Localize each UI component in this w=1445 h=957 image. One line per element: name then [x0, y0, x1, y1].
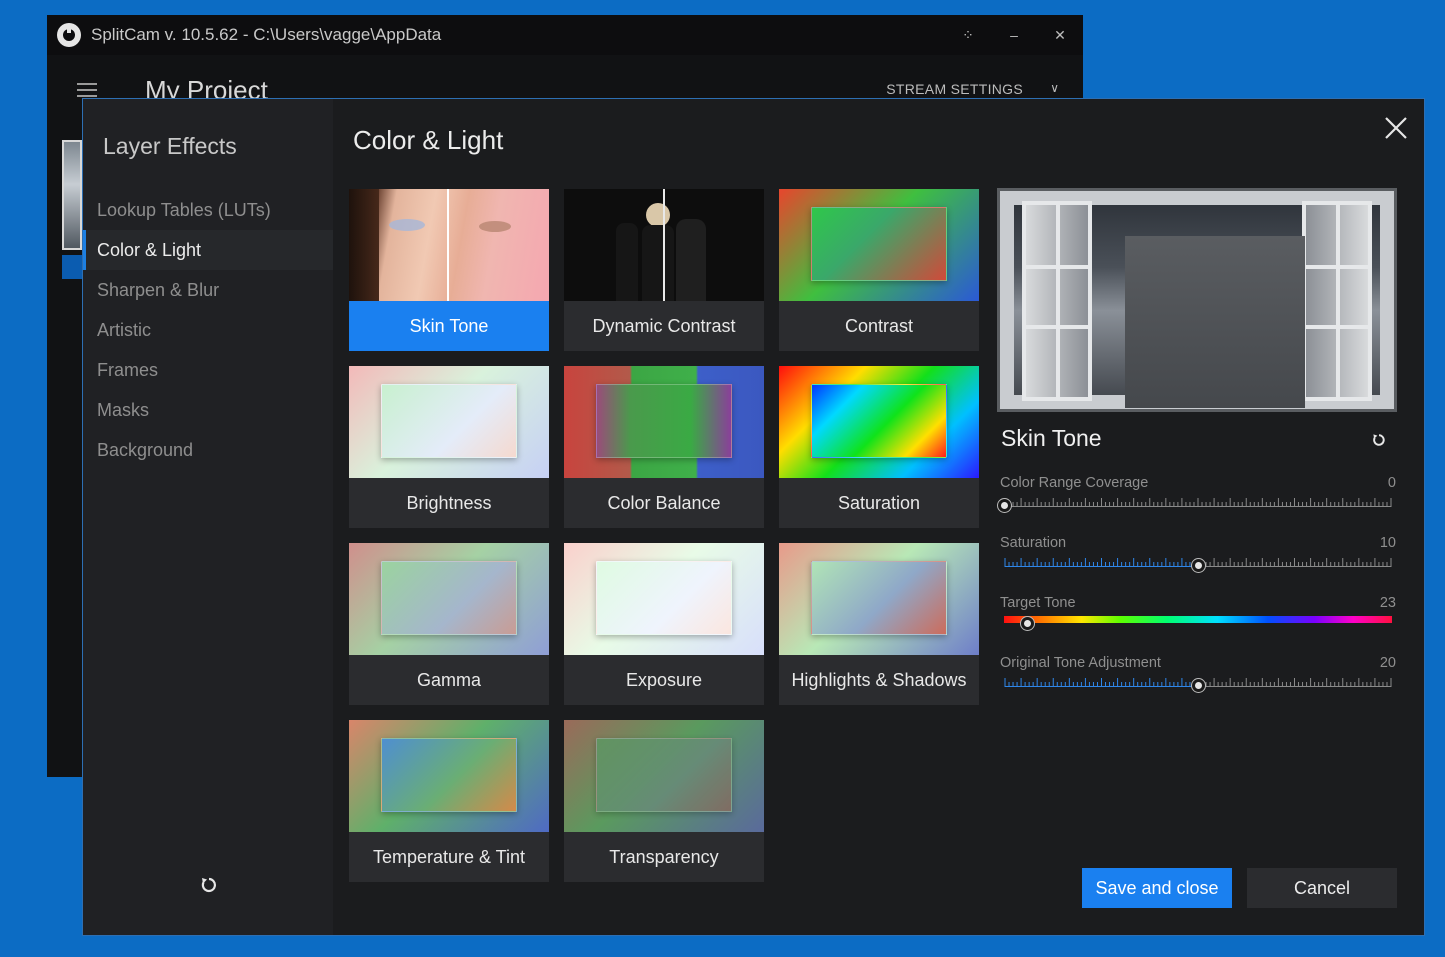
effect-title: Skin Tone: [1001, 425, 1102, 451]
temperature-tint-thumbnail: [349, 720, 549, 832]
effect-label: Contrast: [844, 316, 914, 336]
slider-label: Color Range Coverage: [1000, 475, 1149, 491]
effect-label: Brightness: [406, 493, 492, 513]
slider-knob[interactable]: [1020, 617, 1034, 630]
chevron-down-icon[interactable]: ∨: [1050, 81, 1059, 95]
section-title: Color & Light: [353, 125, 504, 155]
slider-knob[interactable]: [1191, 679, 1205, 692]
transparency-thumbnail: [564, 720, 764, 832]
close-window-button[interactable]: ✕: [1037, 27, 1083, 44]
effect-label: Exposure: [625, 670, 703, 690]
skin-tone-thumbnail: [349, 189, 549, 301]
slider-track[interactable]: [1004, 617, 1392, 630]
effect-label: Gamma: [416, 670, 481, 690]
effect-tile-temperature-tint[interactable]: Temperature & Tint: [349, 720, 549, 882]
slider-track[interactable]: [1004, 677, 1392, 692]
slider-knob[interactable]: [997, 499, 1011, 512]
nav-item-frames[interactable]: Frames: [83, 350, 333, 390]
effects-sidebar: Layer Effects Lookup Tables (LUTs) Color…: [83, 99, 333, 935]
slider-knob[interactable]: [1191, 559, 1205, 572]
effect-tile-exposure[interactable]: Exposure: [564, 543, 764, 705]
highlights-shadows-thumbnail: [779, 543, 979, 655]
nav-item-luts[interactable]: Lookup Tables (LUTs): [83, 190, 333, 230]
layer-effects-dialog: Layer Effects Lookup Tables (LUTs) Color…: [82, 98, 1425, 936]
nav-item-sharpen-blur[interactable]: Sharpen & Blur: [83, 270, 333, 310]
app-logo-icon: [57, 23, 81, 47]
effect-label: Color Balance: [607, 493, 721, 513]
reset-all-icon[interactable]: [199, 875, 219, 900]
save-and-close-button[interactable]: Save and close: [1082, 868, 1232, 908]
effect-label: Temperature & Tint: [372, 847, 526, 867]
slider-track[interactable]: [1004, 557, 1392, 572]
slider-value: 20: [1379, 655, 1396, 671]
effect-tile-saturation[interactable]: Saturation: [779, 366, 979, 528]
nav-item-color-light[interactable]: Color & Light: [83, 230, 333, 270]
pin-icon[interactable]: ⁘: [945, 27, 991, 44]
title-bar: SplitCam v. 10.5.62 - C:\Users\vagge\App…: [47, 15, 1083, 55]
stream-settings-button[interactable]: STREAM SETTINGS: [886, 81, 1023, 97]
slider-value: 0: [1387, 475, 1396, 491]
nav-item-background[interactable]: Background: [83, 430, 333, 470]
effect-label: Skin Tone: [349, 301, 549, 351]
color-balance-thumbnail: [564, 366, 764, 478]
effect-tile-color-balance[interactable]: Color Balance: [564, 366, 764, 528]
slider-value: 10: [1379, 535, 1396, 551]
category-nav: Lookup Tables (LUTs) Color & Light Sharp…: [83, 190, 333, 470]
effect-tile-skin-tone[interactable]: Skin Tone: [349, 189, 549, 351]
effect-label: Transparency: [609, 847, 719, 867]
effect-label: Saturation: [837, 493, 921, 513]
exposure-thumbnail: [564, 543, 764, 655]
layer-selection-marker: [62, 255, 82, 279]
gamma-thumbnail: [349, 543, 549, 655]
effect-preview-image: [997, 188, 1397, 412]
contrast-thumbnail: [779, 189, 979, 301]
slider-label: Saturation: [1000, 535, 1067, 551]
slider-label: Target Tone: [1000, 595, 1076, 611]
dynamic-contrast-thumbnail: [564, 189, 764, 301]
effect-tile-transparency[interactable]: Transparency: [564, 720, 764, 882]
slider-label: Original Tone Adjustment: [1000, 655, 1161, 671]
nav-item-masks[interactable]: Masks: [83, 390, 333, 430]
effect-tile-brightness[interactable]: Brightness: [349, 366, 549, 528]
window-title: SplitCam v. 10.5.62 - C:\Users\vagge\App…: [91, 25, 442, 44]
brightness-thumbnail: [349, 366, 549, 478]
effect-label: Dynamic Contrast: [592, 316, 736, 336]
effect-tile-gamma[interactable]: Gamma: [349, 543, 549, 705]
sidebar-title: Layer Effects: [103, 133, 237, 159]
slider-track[interactable]: [997, 497, 1392, 512]
saturation-thumbnail: [779, 366, 979, 478]
close-icon[interactable]: [1383, 115, 1409, 141]
cancel-button[interactable]: Cancel: [1247, 868, 1397, 908]
effect-tile-highlights-shadows[interactable]: Highlights & Shadows: [779, 543, 979, 705]
nav-item-artistic[interactable]: Artistic: [83, 310, 333, 350]
effect-tile-contrast[interactable]: Contrast: [779, 189, 979, 351]
layer-thumbnail: [62, 140, 82, 250]
slider-ticks: [1004, 498, 1392, 507]
minimize-button[interactable]: –: [991, 27, 1037, 43]
effect-label: Highlights & Shadows: [791, 670, 967, 690]
slider-value: 23: [1379, 595, 1396, 611]
reset-effect-icon[interactable]: [1371, 432, 1387, 453]
effect-tile-dynamic-contrast[interactable]: Dynamic Contrast: [564, 189, 764, 351]
